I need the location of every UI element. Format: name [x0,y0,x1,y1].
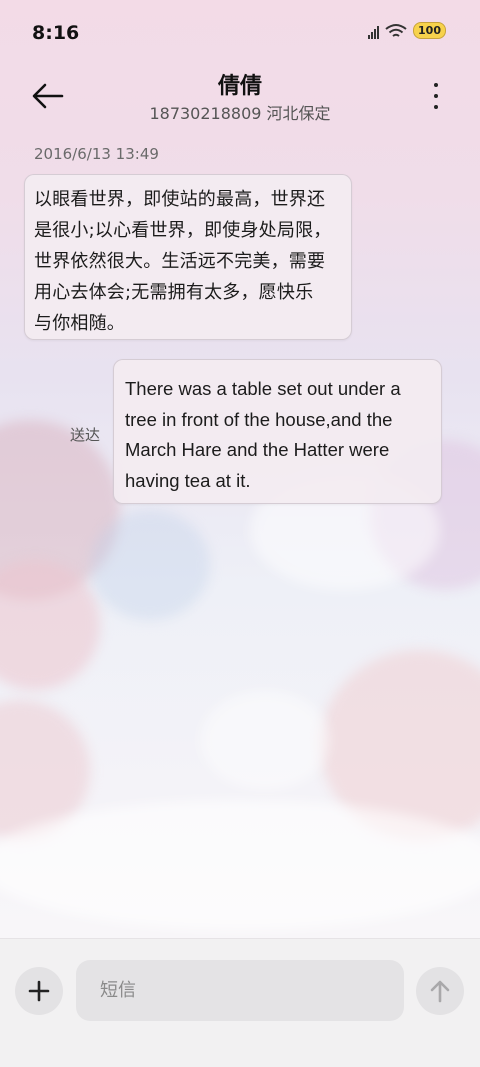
message-line: 与你相随。 [34,313,125,334]
send-button[interactable] [416,967,464,1015]
contact-detail: 18730218809 河北保定 [149,104,331,123]
delivery-status: 送达 [70,426,101,444]
contact-name: 倩倩 [217,74,262,99]
battery-icon: 100 [413,22,446,39]
more-vertical-icon [434,83,438,88]
status-bar: 8:16 100 [0,0,480,66]
message-line: 用心去体会;无需拥有太多，愿快乐 [34,282,314,303]
message-composer [0,938,480,1067]
status-time: 8:16 [32,22,80,44]
message-input[interactable] [76,960,404,1021]
message-line: There was a table set out under a [125,378,401,399]
outgoing-message-bubble[interactable]: There was a table set out under a tree i… [113,359,442,504]
status-icons: 100 [368,22,446,39]
plus-icon [28,980,50,1002]
message-timestamp: 2016/6/13 13:49 [34,145,159,163]
incoming-message-bubble[interactable]: 以眼看世界，即使站的最高，世界还 是很小;以心看世界，即使身处局限， 世界依然很… [24,174,352,340]
message-line: having tea at it. [125,469,251,491]
arrow-up-icon [430,980,450,1003]
wifi-icon [385,23,407,37]
signal-icon [368,23,380,39]
message-line: 是很小;以心看世界，即使身处局限， [34,220,332,241]
message-line: 以眼看世界，即使站的最高，世界还 [34,189,326,210]
add-attachment-button[interactable] [15,967,63,1015]
message-line: March Hare and the Hatter were [125,439,390,460]
message-line: tree in front of the house,and the [125,408,393,430]
message-line: 世界依然很大。生活远不完美，需要 [34,251,326,272]
conversation-header: 倩倩 18730218809 河北保定 [0,66,480,132]
more-options-button[interactable] [426,80,446,112]
